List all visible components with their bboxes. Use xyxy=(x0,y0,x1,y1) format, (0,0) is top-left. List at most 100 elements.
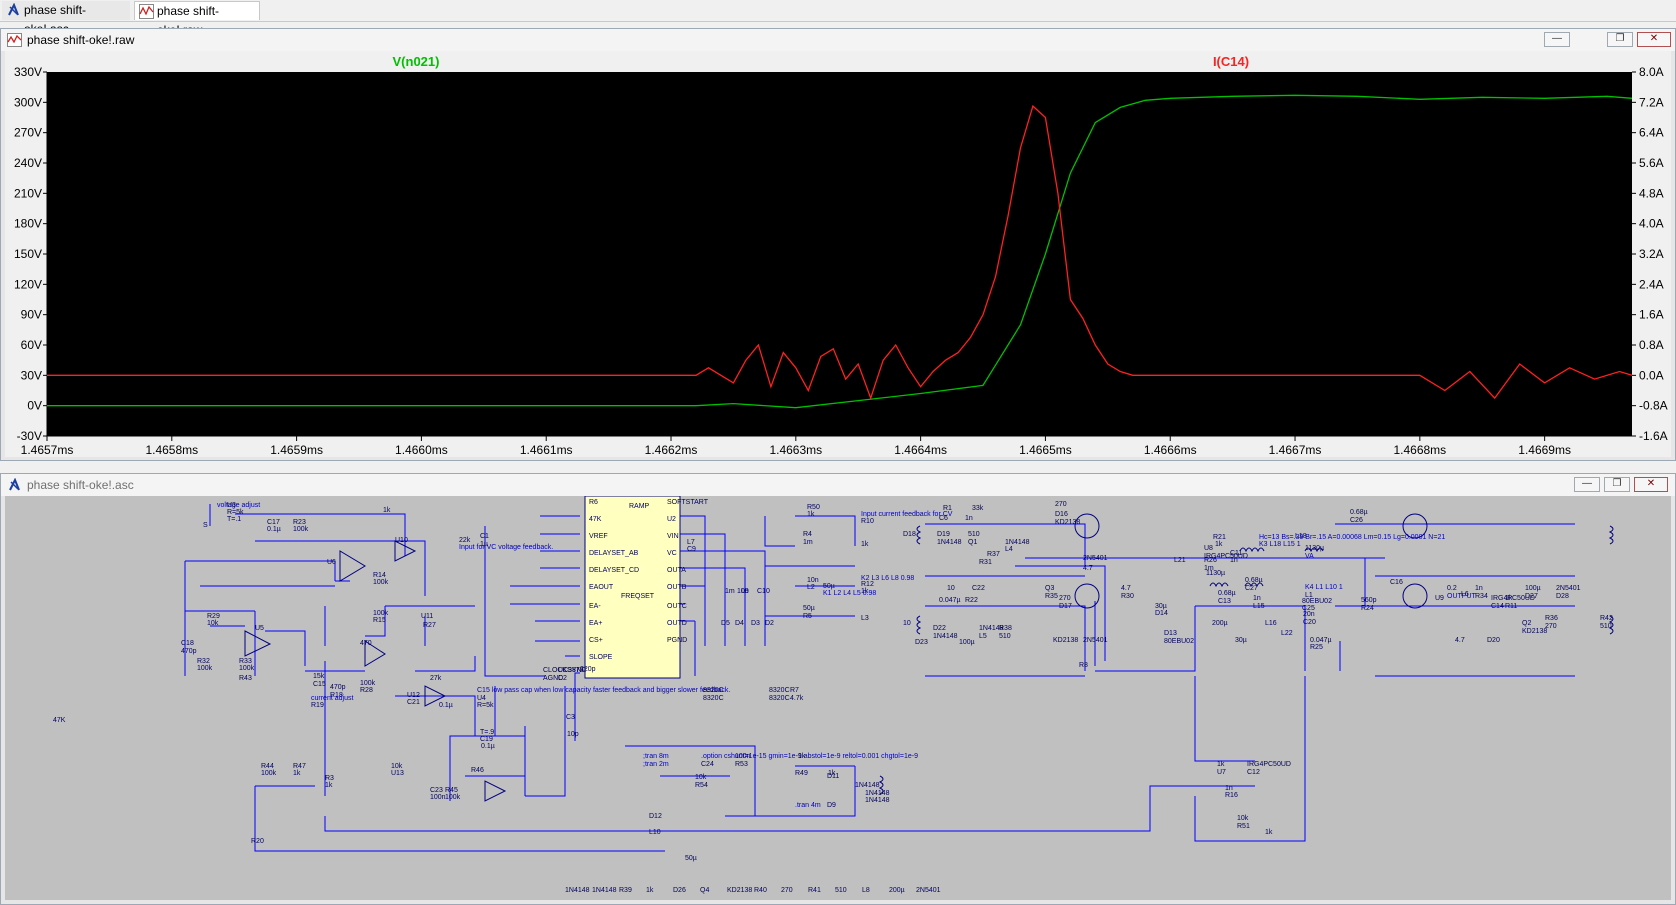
schematic-label: 1m xyxy=(803,539,813,546)
left-tick-label: 60V xyxy=(21,338,42,352)
schematic-label: 1k xyxy=(383,507,391,514)
schematic-label: C18 xyxy=(181,640,194,647)
schematic-label: 50µ xyxy=(803,605,815,612)
right-tick-label: 2.4A xyxy=(1639,277,1664,291)
trace-label-ic14[interactable]: I(C14) xyxy=(1213,54,1249,69)
schematic-label: SOFTSTART xyxy=(667,499,709,506)
schematic-label: ;tran 8m xyxy=(643,753,669,760)
schematic-label: D27 xyxy=(1525,593,1538,600)
schematic-label: 100n xyxy=(735,753,751,760)
schematic-label: 50µ xyxy=(685,855,697,862)
close-button[interactable]: ✕ xyxy=(1637,32,1671,47)
right-tick-label: 0.8A xyxy=(1639,338,1664,352)
schematic-label: 1k xyxy=(293,770,301,777)
schematic-canvas[interactable]: voltage adjust R=5k T=.1 S U3 1k C17 0.1µ R23 100… xyxy=(5,496,1671,900)
schematic-label: 0.047µ xyxy=(1310,637,1332,644)
schematic-label: D13 xyxy=(1164,630,1177,637)
schematic-label: K4 L1 L10 1 xyxy=(1305,584,1343,591)
schematic-label: T=.9 xyxy=(480,729,494,736)
inductor-symbols xyxy=(878,525,1614,795)
schematic-label: KD2138 xyxy=(1053,637,1078,644)
schematic-label: 27k xyxy=(430,675,442,682)
schematic-label: 8320C xyxy=(703,687,724,694)
schematic-label: 10k xyxy=(1237,815,1249,822)
close-button[interactable]: ✕ xyxy=(1634,477,1668,492)
schematic-label: 1130µ xyxy=(1206,570,1225,577)
schematic-label: 4.7 xyxy=(1121,585,1131,592)
schematic-label: C24 xyxy=(701,761,714,768)
schematic-label: 0.68µ xyxy=(1245,577,1263,584)
schematic-label: D4 xyxy=(735,620,744,627)
maximize-button[interactable]: ❐ xyxy=(1604,477,1630,492)
schematic-label: 47K xyxy=(53,717,66,724)
maximize-button[interactable]: ❐ xyxy=(1607,32,1633,47)
schematic-label: K1 L2 L4 L5 0.98 xyxy=(823,590,876,597)
schematic-label: R41 xyxy=(808,887,821,894)
minimize-button[interactable]: — xyxy=(1544,32,1570,47)
trace-label-vn021[interactable]: V(n021) xyxy=(393,54,440,69)
schematic-label: 10n xyxy=(807,577,819,584)
schematic-label: R7 xyxy=(790,687,799,694)
schematic-label: 10n xyxy=(737,588,749,595)
schematic-label: 1N4148 xyxy=(565,887,590,894)
schematic-label: D18 xyxy=(903,531,916,538)
schematic-label: L21 xyxy=(1174,557,1186,564)
schematic-label: 0.1µ xyxy=(439,702,453,709)
schematic-label: D11 xyxy=(827,773,839,780)
schematic-titlebar[interactable]: phase shift-oke!.asc — ❐ ✕ xyxy=(1,474,1675,496)
schematic-label: 80EBU02 xyxy=(1164,638,1194,645)
schematic-label: C16 xyxy=(1390,579,1403,586)
x-tick-label: 1.4659ms xyxy=(270,443,323,457)
waveform-plot[interactable]: 330V 300V 270V 240V 210V 180V 150V 120V 90V 60V 30… xyxy=(5,51,1671,457)
schematic-label: 0.1µ xyxy=(481,743,495,750)
schematic-label: R51 xyxy=(1237,823,1250,830)
schematic-label: R45 xyxy=(445,787,458,794)
schematic-label: 2N5401 xyxy=(1556,585,1581,592)
waveform-icon xyxy=(7,33,22,47)
minimize-button[interactable]: — xyxy=(1574,477,1600,492)
schematic-label: 100k xyxy=(445,794,461,801)
schematic-label: 270 xyxy=(1059,595,1071,602)
schematic-label: VA xyxy=(1305,553,1314,560)
waveform-plot-pane[interactable]: 330V 300V 270V 240V 210V 180V 150V 120V 90V 60V 30… xyxy=(5,51,1671,457)
schematic-label: 220p xyxy=(580,666,596,673)
schematic-label: R22 xyxy=(965,597,978,604)
schematic-label: S xyxy=(203,522,208,529)
schematic-label: 0.1µ xyxy=(267,526,281,533)
schematic-label: C6 xyxy=(939,515,948,522)
schematic-label: CS+ xyxy=(589,637,603,644)
schematic-label: 510 xyxy=(1600,623,1612,630)
schematic-label: R38 xyxy=(999,625,1012,632)
left-tick-label: -30V xyxy=(17,429,42,443)
schematic-label: U2 xyxy=(667,516,676,523)
schematic-label: ;tran 2m xyxy=(643,761,669,768)
schematic-label: 100n xyxy=(430,794,446,801)
schematic-label: R23 xyxy=(293,519,306,526)
schematic-label: 1N4148 xyxy=(1005,539,1030,546)
schematic-label: EA+ xyxy=(589,620,602,627)
schematic-label: VREF xyxy=(589,533,608,540)
tab-schematic[interactable]: phase shift-oke!.asc xyxy=(2,1,130,36)
schematic-label: 1k xyxy=(325,782,333,789)
right-tick-label: -0.8A xyxy=(1639,399,1668,413)
schematic-label: C10 xyxy=(757,588,770,595)
schematic-label: U4 xyxy=(477,695,486,702)
tab-waveform[interactable]: phase shift-oke!.raw xyxy=(134,1,260,37)
schematic-label: R35 xyxy=(1045,593,1058,600)
x-tick-label: 1.4669ms xyxy=(1518,443,1571,457)
schematic-label: R15 xyxy=(373,617,386,624)
schematic-label: R26 xyxy=(1204,557,1217,564)
schematic-label: R3 xyxy=(325,775,334,782)
schematic-label: 4.7 xyxy=(1455,637,1465,644)
waveform-titlebar[interactable]: phase shift-oke!.raw — ❐ ✕ xyxy=(1,29,1675,51)
schematic-label: R20 xyxy=(251,838,264,845)
schematic-label: R34 xyxy=(1475,593,1488,600)
schematic-label: Hc=13 Bs=.39 Br=.15 A=0.00068 Lm=0.15 Lg… xyxy=(1259,534,1445,541)
schematic-label: 47K xyxy=(589,516,602,523)
schematic-label: .tran 4m xyxy=(795,802,821,809)
schematic-label: 80EBU02 xyxy=(1302,598,1332,605)
schematic-drawing[interactable]: voltage adjustR=5kT=.1SU31kC170.1µR23100… xyxy=(5,496,1671,900)
plot-area[interactable] xyxy=(47,72,1632,436)
schematic-label: 10k xyxy=(695,774,707,781)
schematic-label: R47 xyxy=(293,763,306,770)
